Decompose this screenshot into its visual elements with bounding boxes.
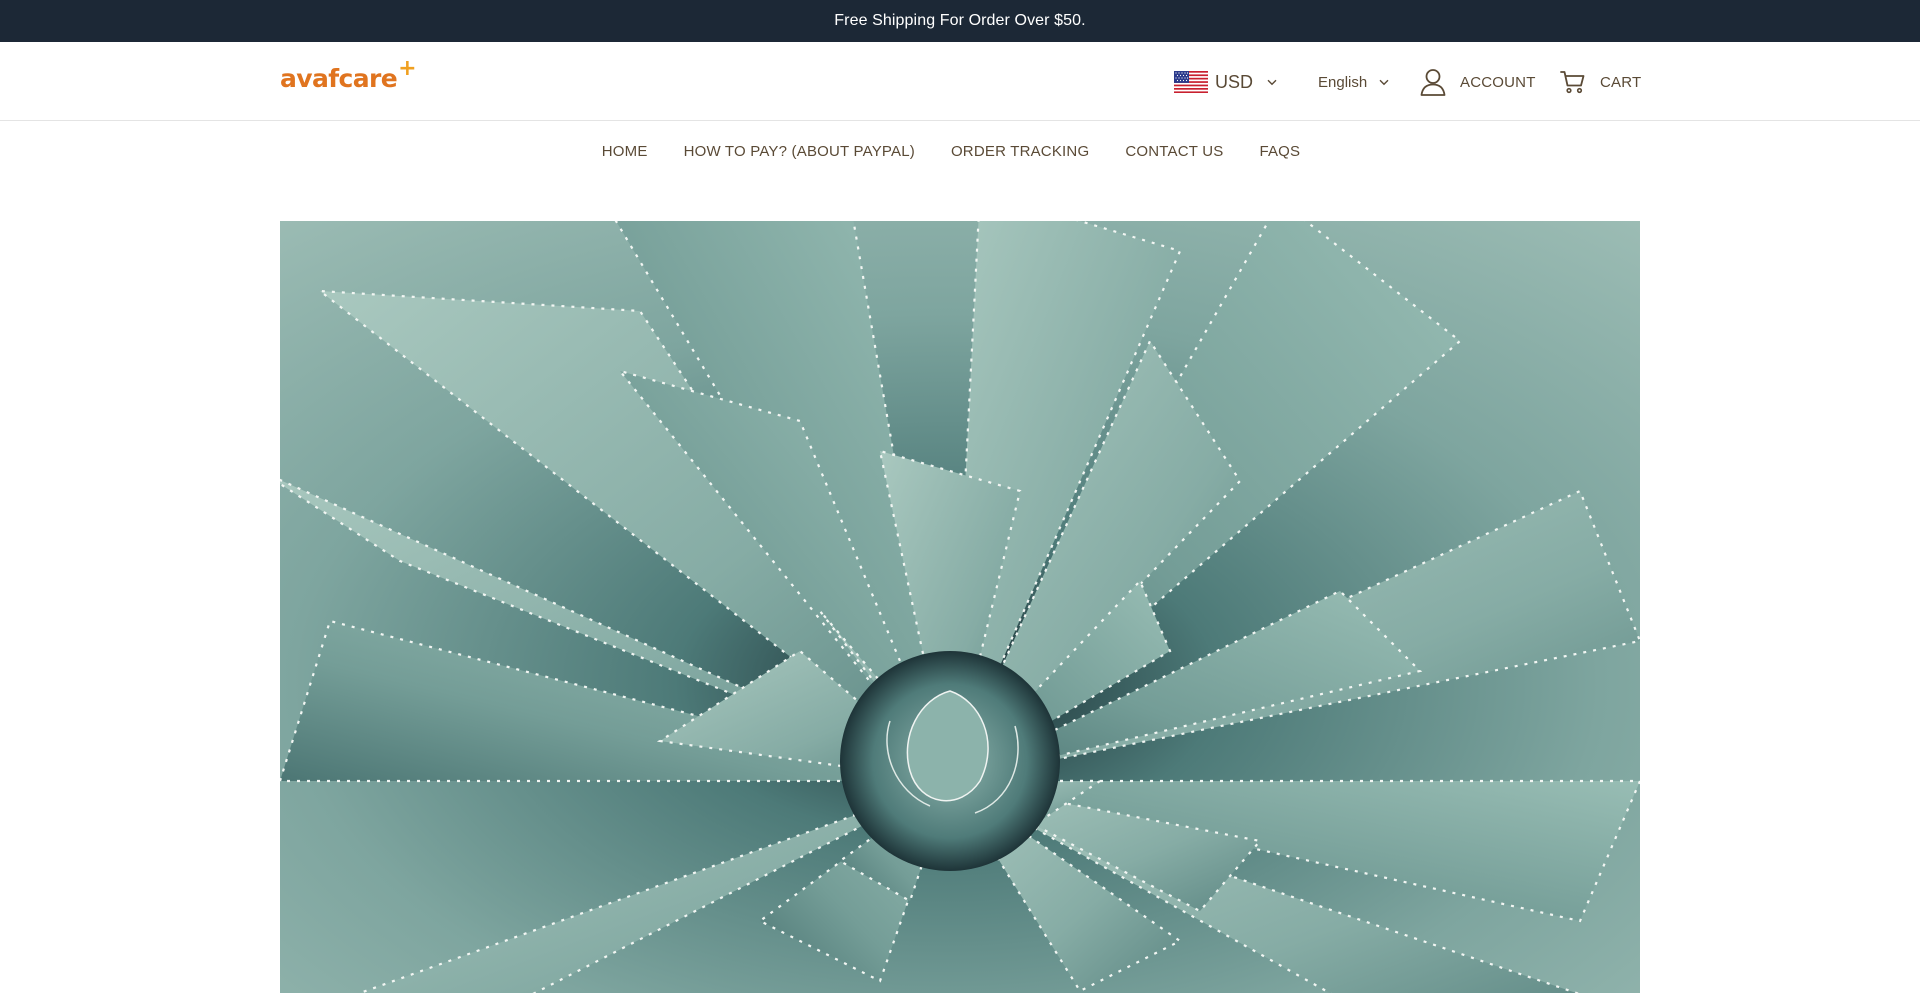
cart-icon <box>1560 71 1585 94</box>
language-selector[interactable]: English <box>1318 68 1389 96</box>
nav-item-faqs[interactable]: FAQS <box>1259 143 1300 160</box>
main-nav: HOME HOW TO PAY? (ABOUT PAYPAL) ORDER TR… <box>0 121 1920 181</box>
cart-link[interactable]: CART <box>1560 66 1641 98</box>
nav-item-order-tracking[interactable]: ORDER TRACKING <box>951 143 1089 160</box>
user-icon <box>1420 69 1446 96</box>
site-logo[interactable]: avafcare + <box>280 56 417 98</box>
nav-item-how-to-pay[interactable]: HOW TO PAY? (ABOUT PAYPAL) <box>684 143 915 160</box>
announcement-text: Free Shipping For Order Over $50. <box>834 12 1086 29</box>
account-label: ACCOUNT <box>1460 73 1536 91</box>
language-label: English <box>1318 73 1368 91</box>
us-flag-icon <box>1174 71 1208 93</box>
nav-item-contact-us[interactable]: CONTACT US <box>1125 143 1223 160</box>
agave-succulent-image <box>280 221 1640 993</box>
currency-code: USD <box>1215 71 1254 92</box>
currency-selector[interactable]: USD <box>1174 68 1277 96</box>
nav-item-home[interactable]: HOME <box>602 143 648 160</box>
hero-image[interactable] <box>280 221 1640 993</box>
chevron-down-icon <box>1379 79 1389 85</box>
logo-plus-mark: + <box>398 56 416 81</box>
account-link[interactable]: ACCOUNT <box>1420 66 1536 98</box>
chevron-down-icon <box>1267 79 1277 85</box>
cart-label: CART <box>1600 73 1642 91</box>
announcement-bar: Free Shipping For Order Over $50. <box>0 0 1920 42</box>
site-header: avafcare + USD English ACCOUNT CART <box>0 42 1920 121</box>
logo-text: avafcare <box>280 64 398 93</box>
